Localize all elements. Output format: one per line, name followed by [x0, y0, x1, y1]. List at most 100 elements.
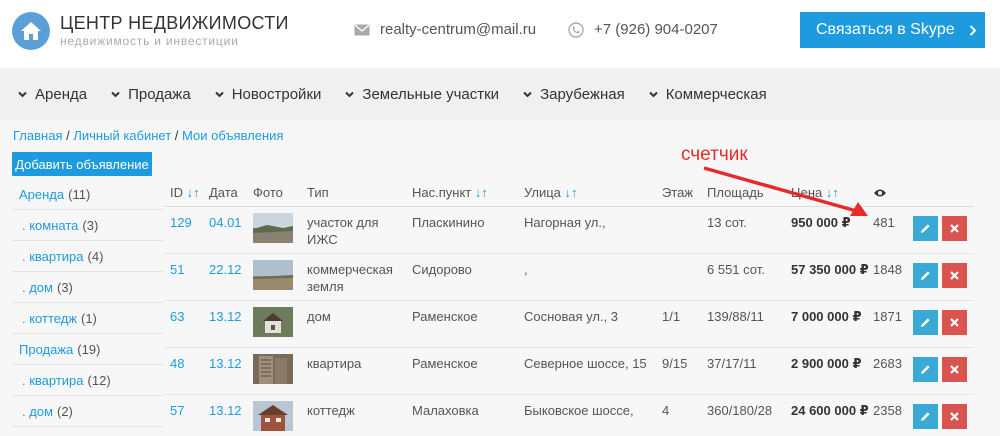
- category-sidebar: Аренда (11) . комната (3) . квартира (4)…: [12, 179, 163, 427]
- sidebar-item-label[interactable]: . дом: [22, 404, 53, 419]
- add-listing-button[interactable]: Добавить объявление: [12, 152, 152, 176]
- email-text[interactable]: realty-centrum@mail.ru: [380, 21, 536, 38]
- sidebar-item-rent-cottage[interactable]: . коттедж (1): [12, 303, 163, 334]
- nav-item-land[interactable]: Земельные участки: [345, 86, 499, 103]
- listing-id[interactable]: 51: [170, 261, 184, 278]
- col-header-street[interactable]: Улица ↓↑: [524, 185, 578, 200]
- listing-id[interactable]: 57: [170, 402, 184, 419]
- listing-street: Быковское шоссе,: [524, 403, 634, 418]
- chevron-down-icon: [523, 91, 532, 97]
- house-logo-icon[interactable]: [12, 12, 50, 50]
- listing-date[interactable]: 13.12: [209, 308, 242, 325]
- listing-photo[interactable]: [253, 401, 293, 431]
- listing-date[interactable]: 13.12: [209, 355, 242, 372]
- listing-date[interactable]: 04.01: [209, 214, 242, 231]
- sidebar-item-rent-house[interactable]: . дом (3): [12, 272, 163, 303]
- sidebar-item-sale[interactable]: Продажа (19): [12, 334, 163, 365]
- sidebar-item-count: (12): [87, 372, 111, 388]
- sidebar-item-label[interactable]: . квартира: [22, 373, 84, 388]
- sidebar-item-label[interactable]: . квартира: [22, 249, 84, 264]
- envelope-icon: [354, 24, 370, 35]
- table-row[interactable]: 57 13.12 коттедж Малаховка Быковское шос…: [164, 395, 974, 436]
- nav-label: Аренда: [35, 85, 88, 103]
- breadcrumb-home[interactable]: Главная: [13, 128, 62, 143]
- edit-button[interactable]: [913, 404, 938, 429]
- nav-item-sale[interactable]: Продажа: [111, 86, 191, 103]
- sidebar-item-label[interactable]: Аренда: [19, 187, 64, 202]
- breadcrumb-current[interactable]: Мои объявления: [182, 128, 283, 143]
- delete-button[interactable]: [942, 357, 967, 382]
- listing-id[interactable]: 48: [170, 355, 184, 372]
- edit-button[interactable]: [913, 263, 938, 288]
- chevron-down-icon: [648, 91, 658, 97]
- listing-date[interactable]: 13.12: [209, 402, 242, 419]
- table-row[interactable]: 48 13.12 квартира Раменское Северное шос…: [164, 348, 974, 395]
- sidebar-item-label[interactable]: . комната: [22, 218, 78, 233]
- nav-item-foreign[interactable]: Зарубежная: [523, 86, 625, 103]
- skype-contact-button[interactable]: Связаться в Skype: [800, 12, 985, 48]
- delete-button[interactable]: [942, 404, 967, 429]
- chevron-down-icon: [214, 91, 224, 97]
- close-icon: [950, 224, 959, 233]
- delete-button[interactable]: [942, 216, 967, 241]
- close-icon: [950, 412, 959, 421]
- nav-item-commercial[interactable]: Коммерческая: [648, 86, 767, 103]
- phone-contact[interactable]: +7 (926) 904-0207: [568, 21, 718, 38]
- site-header: ЦЕНТР НЕДВИЖИМОСТИ недвижимость и инвест…: [0, 0, 1000, 68]
- sidebar-item-rent[interactable]: Аренда (11): [12, 179, 163, 210]
- sidebar-item-sale-house[interactable]: . дом (2): [12, 396, 163, 427]
- sidebar-item-label[interactable]: . дом: [22, 280, 53, 295]
- edit-button[interactable]: [913, 357, 938, 382]
- email-contact[interactable]: realty-centrum@mail.ru: [354, 21, 536, 38]
- sort-icon[interactable]: ↓↑: [187, 185, 200, 200]
- nav-label: Новостройки: [231, 85, 322, 103]
- close-icon: [950, 271, 959, 280]
- listing-photo[interactable]: [253, 213, 293, 243]
- col-header-type: Тип: [307, 185, 329, 200]
- close-icon: [950, 318, 959, 327]
- listing-town: Раменское: [412, 356, 478, 371]
- edit-button[interactable]: [913, 310, 938, 335]
- table-row[interactable]: 51 22.12 коммерческая земля Сидорово , 6 …: [164, 254, 974, 301]
- sidebar-item-sale-flat[interactable]: . квартира (12): [12, 365, 163, 396]
- listing-type: коммерческая земля: [307, 262, 393, 294]
- edit-button[interactable]: [913, 216, 938, 241]
- sidebar-item-rent-flat[interactable]: . квартира (4): [12, 241, 163, 272]
- breadcrumb-cabinet[interactable]: Личный кабинет: [73, 128, 171, 143]
- listing-photo[interactable]: [253, 260, 293, 290]
- pencil-icon: [921, 271, 930, 280]
- listing-views: 2358: [873, 403, 902, 418]
- nav-item-new-buildings[interactable]: Новостройки: [214, 85, 322, 103]
- col-header-id[interactable]: ID ↓↑: [170, 185, 200, 200]
- sidebar-item-rent-room[interactable]: . комната (3): [12, 210, 163, 241]
- sidebar-item-label[interactable]: . коттедж: [22, 311, 77, 326]
- sidebar-item-label[interactable]: Продажа: [19, 342, 73, 357]
- listing-views: 2683: [873, 356, 902, 371]
- table-row[interactable]: 63 13.12 дом Раменское Сосновая ул., 3 1…: [164, 301, 974, 348]
- col-header-label: Нас.пункт: [412, 185, 472, 200]
- nav-label: Продажа: [128, 85, 191, 103]
- delete-button[interactable]: [942, 310, 967, 335]
- listing-photo[interactable]: [253, 307, 293, 337]
- pencil-icon: [921, 412, 930, 421]
- col-header-label: ID: [170, 185, 183, 200]
- sort-icon[interactable]: ↓↑: [565, 185, 578, 200]
- delete-button[interactable]: [942, 263, 967, 288]
- phone-text[interactable]: +7 (926) 904-0207: [594, 21, 718, 38]
- listing-town: Раменское: [412, 309, 478, 324]
- listing-area: 139/88/11: [707, 309, 764, 324]
- listing-street: Северное шоссе, 15: [524, 356, 647, 371]
- listing-photo[interactable]: [253, 354, 293, 384]
- nav-item-rent[interactable]: Аренда: [18, 86, 87, 103]
- listing-date[interactable]: 22.12: [209, 261, 242, 278]
- chevron-down-icon: [111, 91, 120, 97]
- col-header-floor: Этаж: [662, 185, 694, 200]
- listing-street: Нагорная ул.,: [524, 215, 606, 230]
- sort-icon[interactable]: ↓↑: [475, 185, 488, 200]
- site-title[interactable]: ЦЕНТР НЕДВИЖИМОСТИ: [60, 13, 289, 34]
- listing-id[interactable]: 129: [170, 214, 192, 231]
- chevron-down-icon: [345, 91, 355, 97]
- sidebar-item-count: (3): [82, 217, 99, 233]
- col-header-town[interactable]: Нас.пункт ↓↑: [412, 185, 488, 200]
- listing-id[interactable]: 63: [170, 308, 184, 325]
